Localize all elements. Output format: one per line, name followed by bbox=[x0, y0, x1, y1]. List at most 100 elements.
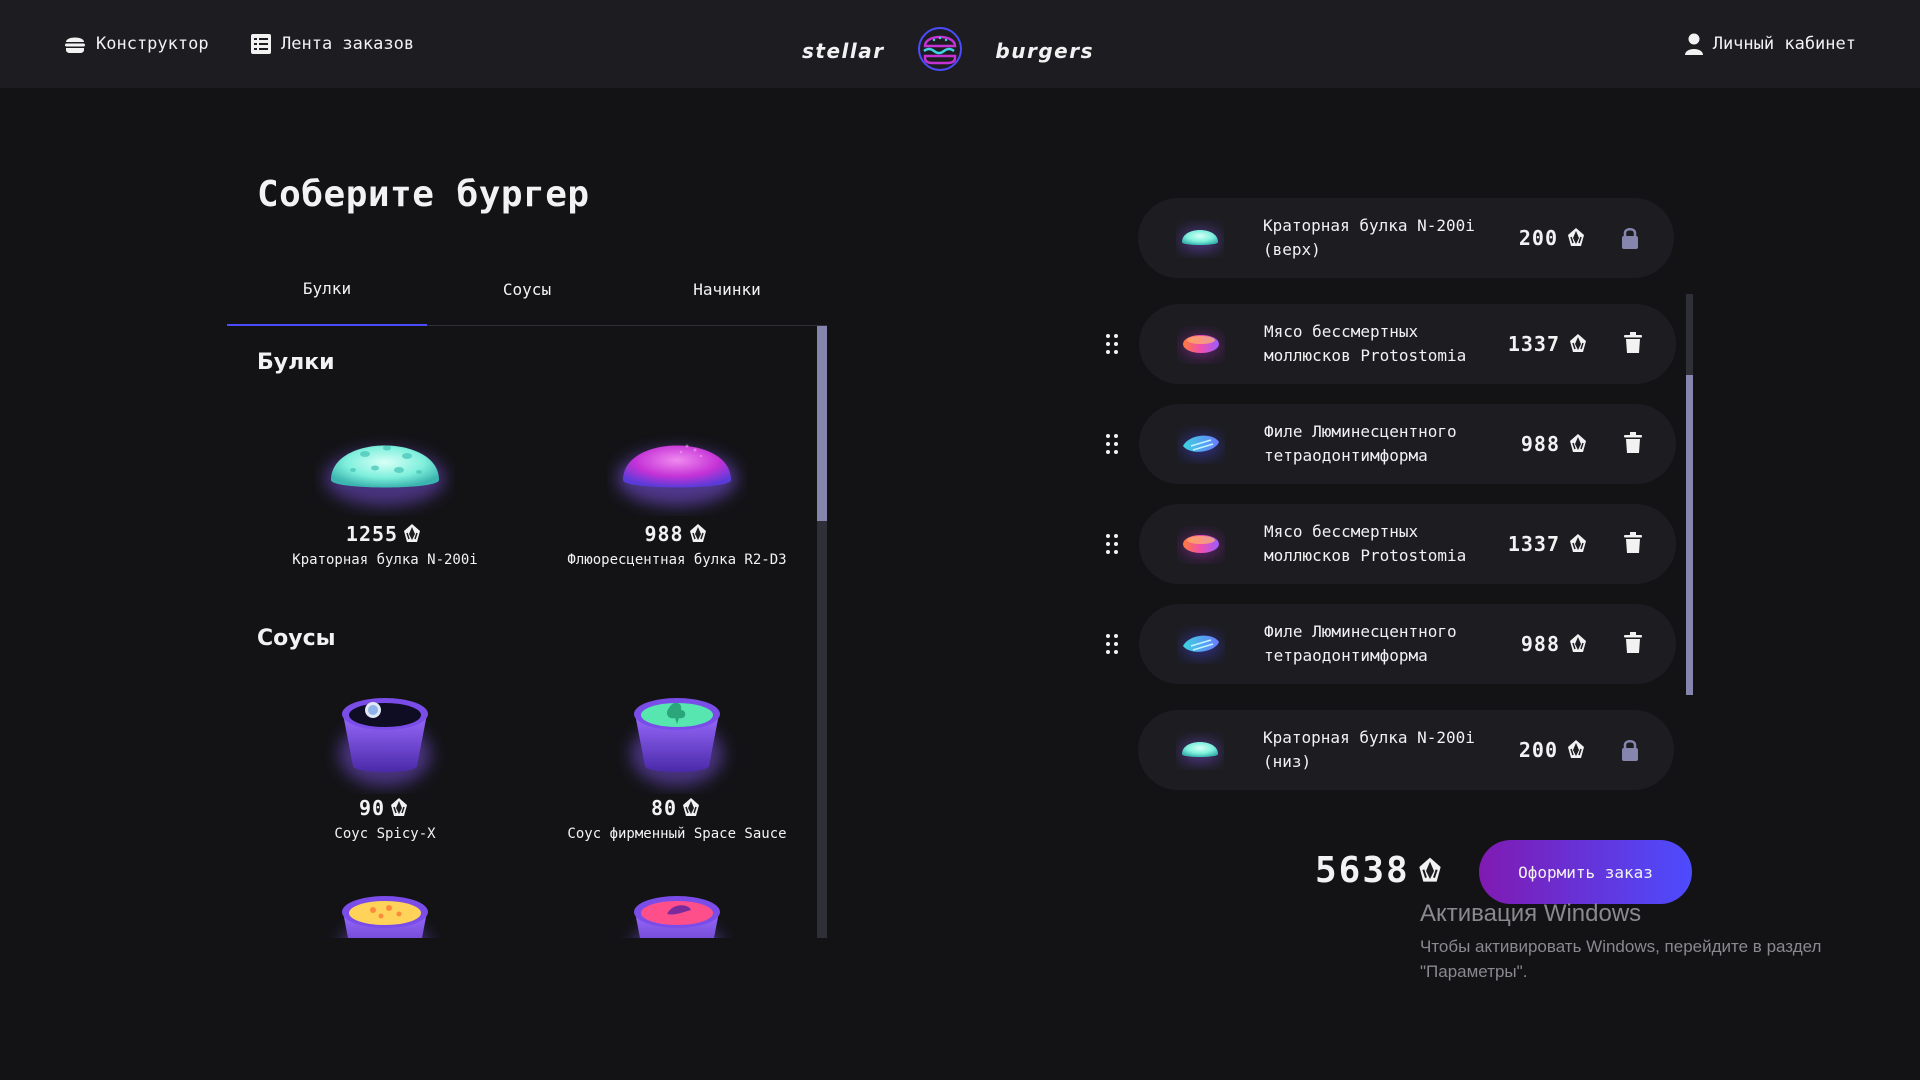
delete-icon[interactable] bbox=[1624, 432, 1642, 458]
app-root: Конструктор Лента заказов stellar burger… bbox=[0, 0, 1920, 1080]
currency-icon bbox=[1414, 855, 1446, 887]
space-sauce-image bbox=[631, 698, 723, 786]
ingredient-card[interactable] bbox=[541, 882, 813, 938]
price: 988 bbox=[541, 522, 813, 546]
app-header: Конструктор Лента заказов stellar burger… bbox=[0, 0, 1920, 88]
crater-bun-image bbox=[325, 445, 445, 506]
price-value: 80 bbox=[650, 796, 678, 820]
delete-icon[interactable] bbox=[1624, 532, 1642, 558]
watermark-line-1: Чтобы активировать Windows, перейдите в … bbox=[1420, 937, 1822, 956]
nav-constructor-label: Конструктор bbox=[96, 34, 209, 54]
watermark-title: Активация Windows bbox=[1420, 900, 1642, 927]
ingredient-name: Соус фирменный Space Sauce bbox=[567, 826, 787, 842]
delete-icon[interactable] bbox=[1624, 632, 1642, 658]
ingredient-card[interactable]: 90 Соус Spicy-X bbox=[249, 684, 521, 842]
drag-handle-icon[interactable] bbox=[1104, 532, 1120, 560]
currency-icon bbox=[1566, 632, 1590, 656]
order-total: 5638 bbox=[1315, 850, 1446, 891]
ingredients-scrollbar-thumb[interactable] bbox=[817, 326, 827, 521]
constructor-item: Филе Люминесцентного тетраодонтимформа 9… bbox=[1139, 404, 1676, 484]
nav-order-feed[interactable]: Лента заказов bbox=[250, 0, 414, 88]
price-value: 200 bbox=[1518, 738, 1558, 762]
tab-fillings[interactable]: Начинки bbox=[627, 262, 827, 326]
ingredient-name: Флюоресцентная булка R2-D3 bbox=[567, 552, 787, 568]
burger-icon bbox=[63, 32, 87, 56]
meat-image bbox=[1181, 335, 1221, 356]
crater-bun-image bbox=[1180, 230, 1220, 250]
logo-burger-icon bbox=[916, 26, 964, 76]
price-value: 988 bbox=[1520, 632, 1560, 656]
constructor-item-name: Краторная булка N-200i (низ) bbox=[1263, 728, 1475, 771]
ingredient-name: Соус Spicy-X bbox=[334, 826, 436, 842]
constructor-scrollbar-thumb[interactable] bbox=[1686, 375, 1693, 695]
ingredient-card[interactable]: 988 Флюоресцентная булка R2-D3 bbox=[541, 416, 813, 568]
watermark-line-2: "Параметры". bbox=[1420, 962, 1528, 981]
constructor-item-name: Краторная булка N-200i (верх) bbox=[1263, 216, 1475, 259]
currency-icon bbox=[400, 522, 424, 546]
nav-personal-account[interactable]: Личный кабинет bbox=[1684, 0, 1856, 88]
drag-handle-icon[interactable] bbox=[1104, 632, 1120, 660]
drag-handle-icon[interactable] bbox=[1104, 432, 1120, 460]
price-value: 1337 bbox=[1507, 532, 1560, 556]
price: 90 bbox=[249, 796, 521, 820]
price: 80 bbox=[541, 796, 813, 820]
lock-icon bbox=[1620, 226, 1640, 254]
fish-fillet-image bbox=[1181, 635, 1221, 656]
tab-sauces[interactable]: Соусы bbox=[427, 262, 627, 326]
lock-icon bbox=[1620, 738, 1640, 766]
constructor-item: Филе Люминесцентного тетраодонтимформа 9… bbox=[1139, 604, 1676, 684]
tab-buns[interactable]: Булки bbox=[227, 262, 427, 326]
price-value: 988 bbox=[644, 522, 684, 546]
fish-fillet-image bbox=[1181, 435, 1221, 456]
section-title-buns: Булки bbox=[257, 350, 335, 375]
currency-icon bbox=[1566, 432, 1590, 456]
list-icon bbox=[250, 33, 272, 55]
constructor-bun-bottom: Краторная булка N-200i (низ) 200 bbox=[1138, 710, 1674, 790]
currency-icon bbox=[1564, 226, 1588, 250]
price: 1255 bbox=[249, 522, 521, 546]
price-value: 90 bbox=[358, 796, 386, 820]
currency-icon bbox=[1566, 532, 1590, 556]
nav-personal-account-label: Личный кабинет bbox=[1712, 34, 1856, 54]
constructor-bun-top: Краторная булка N-200i (верх) 200 bbox=[1138, 198, 1674, 278]
constructor-item: Мясо бессмертных моллюсков Protostomia 1… bbox=[1139, 504, 1676, 584]
section-title-sauces: Соусы bbox=[257, 626, 336, 651]
sauce-image bbox=[342, 896, 428, 938]
meat-image bbox=[1181, 535, 1221, 556]
currency-icon bbox=[1566, 332, 1590, 356]
constructor-item-name: Мясо бессмертных моллюсков Protostomia bbox=[1264, 322, 1467, 365]
currency-icon bbox=[686, 522, 710, 546]
currency-icon bbox=[679, 796, 703, 820]
price-value: 200 bbox=[1518, 226, 1558, 250]
profile-icon bbox=[1684, 32, 1704, 56]
page-title: Соберите бургер bbox=[257, 174, 590, 215]
nav-constructor[interactable]: Конструктор bbox=[63, 0, 209, 88]
place-order-button[interactable]: Оформить заказ bbox=[1479, 840, 1692, 904]
ingredient-name: Краторная булка N-200i bbox=[292, 552, 478, 568]
stellar-burgers-logo[interactable]: stellar burgers bbox=[802, 26, 1094, 76]
ingredient-card[interactable]: 1255 Краторная булка N-200i bbox=[249, 416, 521, 568]
constructor-item-name: Филе Люминесцентного тетраодонтимформа bbox=[1264, 622, 1457, 665]
currency-icon bbox=[387, 796, 411, 820]
order-total-value: 5638 bbox=[1315, 850, 1410, 891]
drag-handle-icon[interactable] bbox=[1104, 332, 1120, 360]
constructor-item-name: Филе Люминесцентного тетраодонтимформа bbox=[1264, 422, 1457, 465]
constructor-item-price: 1337 bbox=[1508, 532, 1590, 556]
windows-activation-watermark: Активация Windows Чтобы активировать Win… bbox=[1420, 900, 1821, 984]
sauce-image bbox=[634, 896, 720, 938]
logo-text-right: burgers bbox=[995, 39, 1094, 63]
constructor-item: Мясо бессмертных моллюсков Protostomia 1… bbox=[1139, 304, 1676, 384]
logo-text-left: stellar bbox=[802, 39, 885, 63]
ingredient-card[interactable]: 80 Соус фирменный Space Sauce bbox=[541, 684, 813, 842]
ingredients-list: Булки 1255 Краторная булка N-200i 988 Фл… bbox=[227, 326, 827, 938]
fluorescent-bun-image bbox=[617, 444, 737, 506]
constructor-item-price: 200 bbox=[1519, 738, 1588, 762]
constructor-item-price: 988 bbox=[1521, 632, 1590, 656]
price-value: 988 bbox=[1520, 432, 1560, 456]
ingredient-tabs: Булки Соусы Начинки bbox=[227, 262, 827, 326]
delete-icon[interactable] bbox=[1624, 332, 1642, 358]
constructor-item-price: 200 bbox=[1519, 226, 1588, 250]
currency-icon bbox=[1564, 738, 1588, 762]
constructor-item-price: 988 bbox=[1521, 432, 1590, 456]
ingredient-card[interactable] bbox=[249, 882, 521, 938]
